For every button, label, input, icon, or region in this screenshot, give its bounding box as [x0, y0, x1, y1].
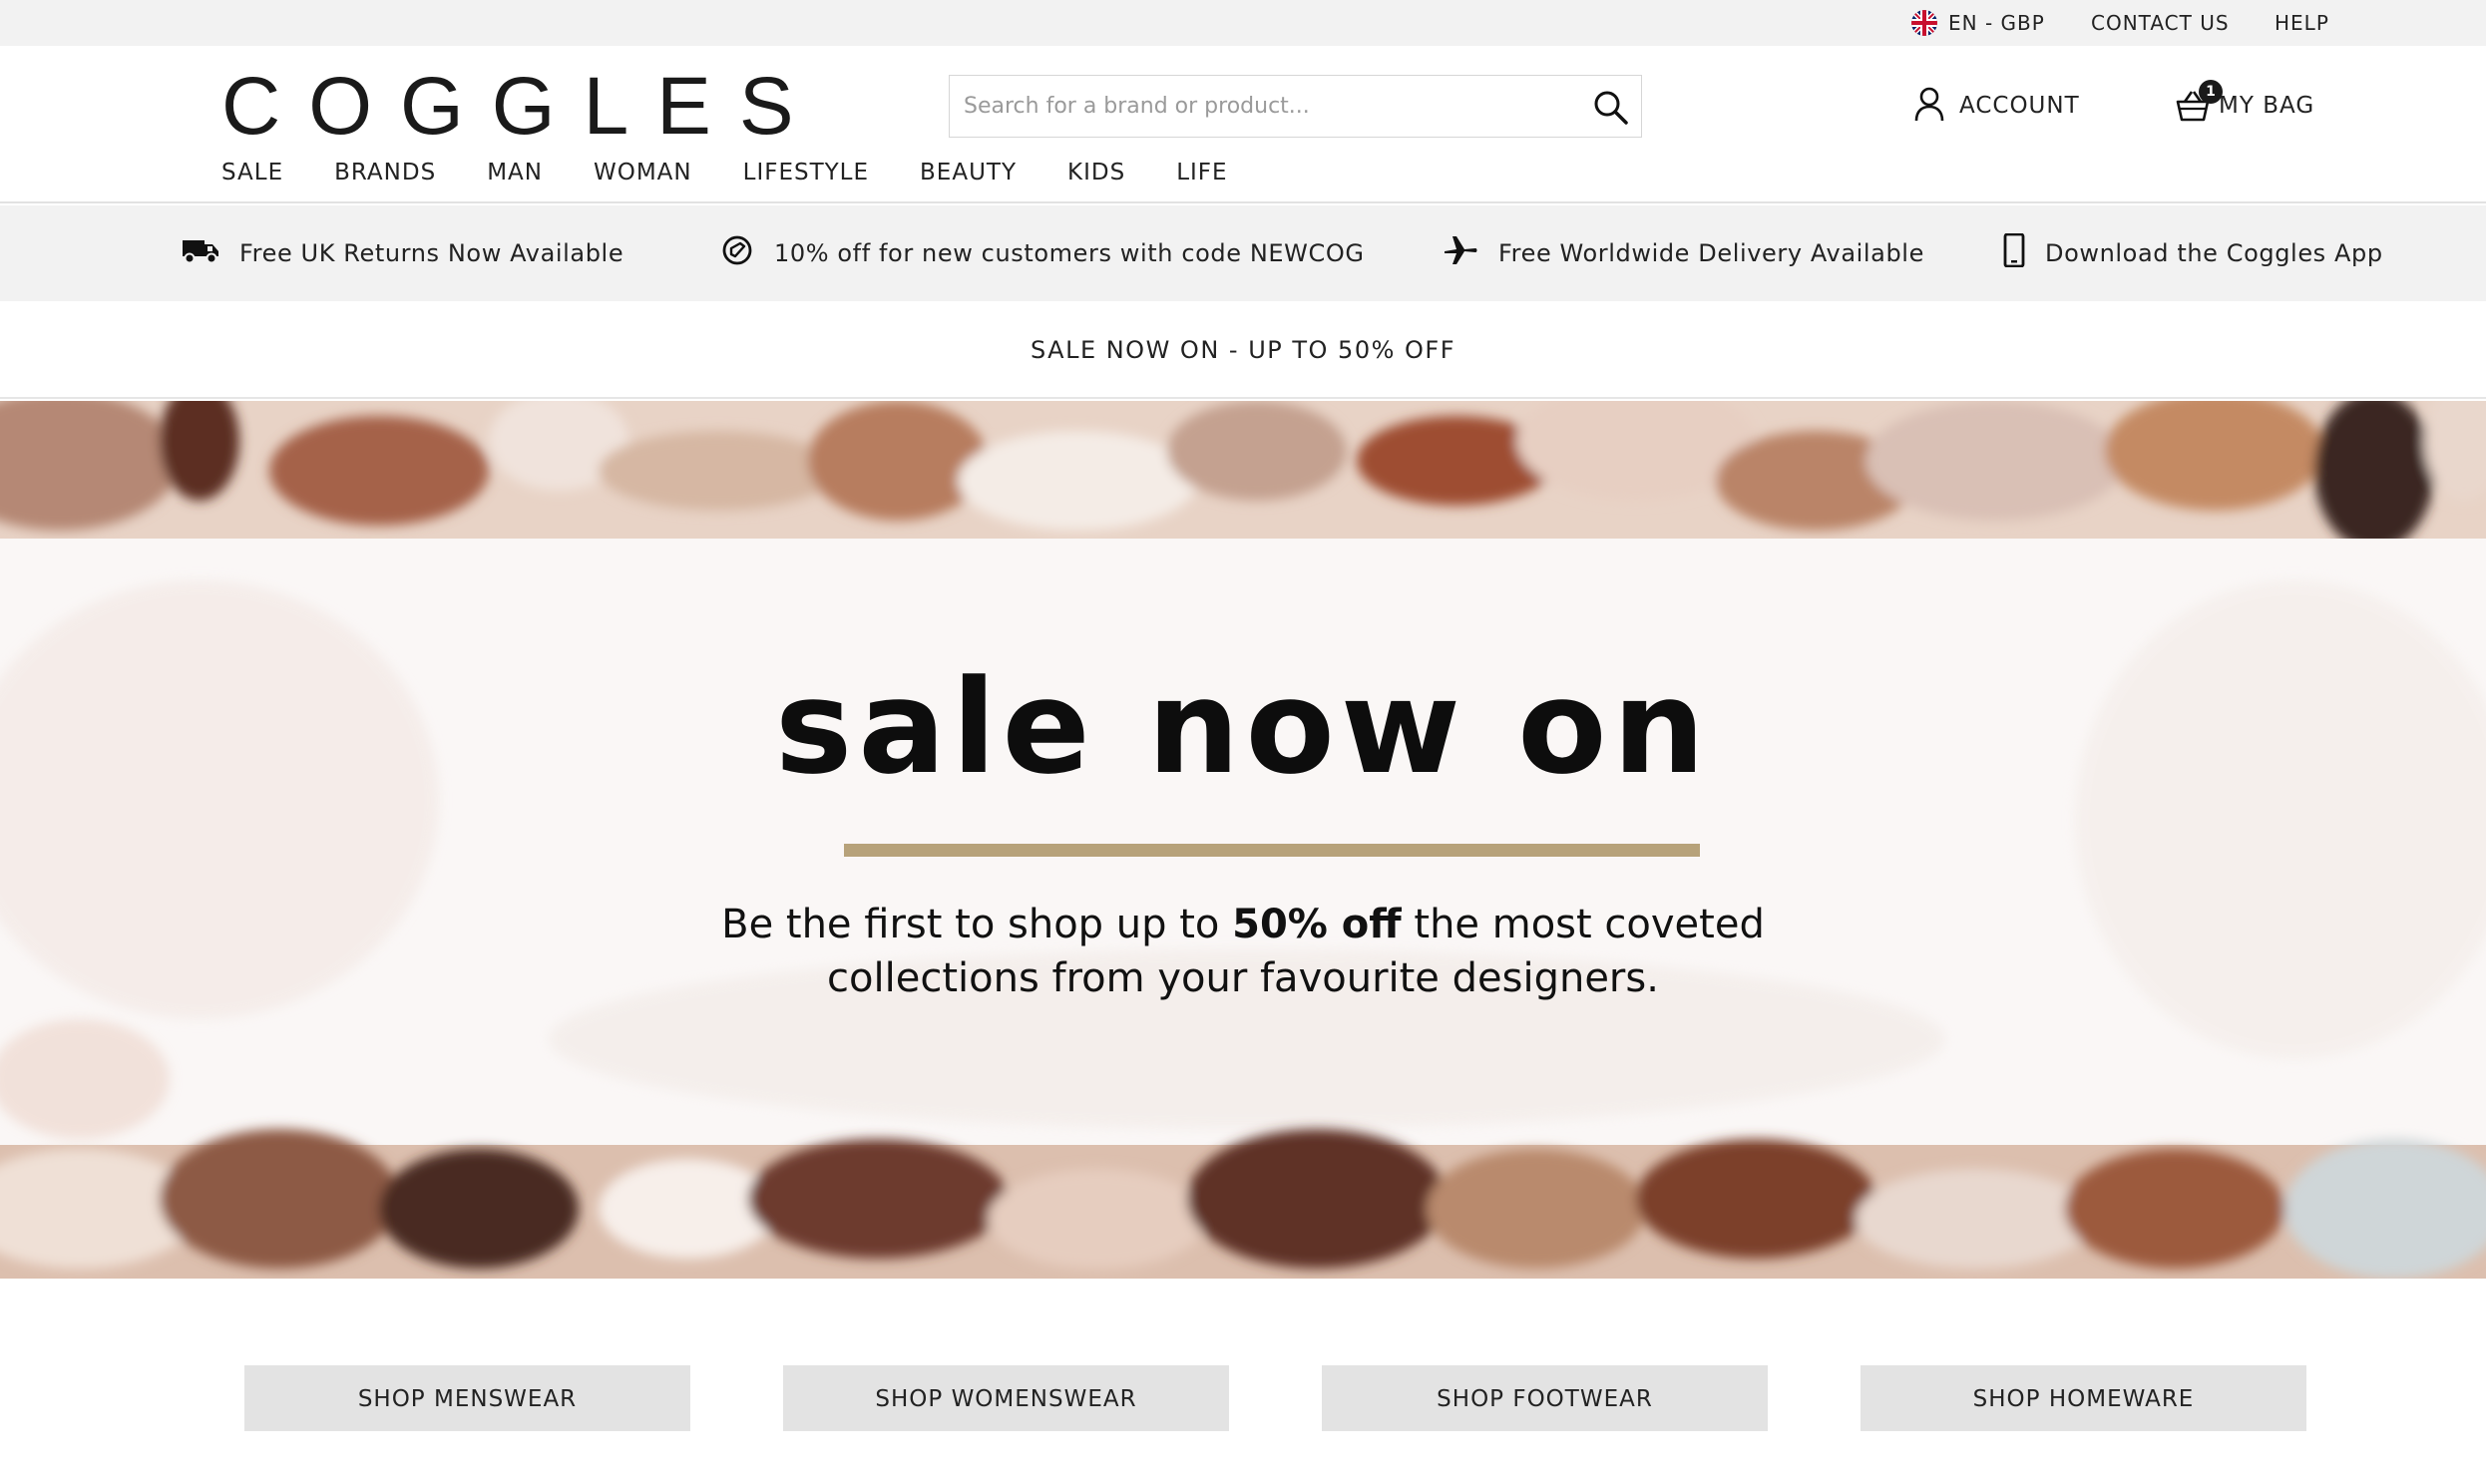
usp-download-app[interactable]: Download the Coggles App: [2003, 205, 2383, 301]
usp-new-customer-discount[interactable]: 10% off for new customers with code NEWC…: [720, 205, 1365, 301]
hero-subtitle-line1: Be the first to shop up to 50% off the m…: [0, 898, 2486, 951]
search-icon[interactable]: [1591, 88, 1631, 128]
shop-footwear-button[interactable]: SHOP FOOTWEAR: [1322, 1365, 1768, 1431]
hero-divider: [844, 844, 1700, 857]
hero-subtitle-post: the most coveted: [1401, 902, 1765, 947]
usp-text: 10% off for new customers with code NEWC…: [774, 239, 1365, 267]
shop-homeware-button[interactable]: SHOP HOMEWARE: [1861, 1365, 2306, 1431]
account-link[interactable]: ACCOUNT: [1913, 86, 2080, 126]
coggles-logo[interactable]: COGGLES: [221, 66, 822, 148]
search-box: [949, 75, 1642, 138]
usp-text: Free UK Returns Now Available: [239, 239, 624, 267]
contact-us-link[interactable]: CONTACT US: [2091, 0, 2230, 46]
basket-icon: 1: [2175, 80, 2223, 124]
usp-free-returns[interactable]: Free UK Returns Now Available: [182, 205, 623, 301]
language-currency-selector[interactable]: EN - GBP: [1948, 0, 2045, 46]
shop-menswear-button[interactable]: SHOP MENSWEAR: [244, 1365, 690, 1431]
nav-item-life[interactable]: LIFE: [1176, 160, 1227, 186]
user-icon: [1913, 86, 1945, 126]
nav-item-man[interactable]: MAN: [487, 160, 543, 186]
discount-tag-icon: [720, 233, 774, 273]
utility-bar: EN - GBP CONTACT US HELP: [0, 0, 2486, 46]
hero-title: sale now on: [774, 651, 1712, 803]
hero-subtitle: Be the first to shop up to 50% off the m…: [0, 898, 2486, 1005]
my-bag-label: MY BAG: [2219, 93, 2315, 119]
uk-flag-icon[interactable]: [1911, 10, 1937, 36]
usp-bar: Free UK Returns Now Available 10% off fo…: [0, 205, 2486, 301]
hero-subtitle-bold: 50% off: [1232, 902, 1402, 947]
usp-text: Download the Coggles App: [2045, 239, 2383, 267]
nav-item-sale[interactable]: SALE: [221, 160, 283, 186]
search-input[interactable]: [950, 76, 1568, 137]
nav-item-kids[interactable]: KIDS: [1067, 160, 1125, 186]
nav-item-beauty[interactable]: BEAUTY: [920, 160, 1017, 186]
usp-worldwide-delivery[interactable]: Free Worldwide Delivery Available: [1443, 205, 1924, 301]
hero-subtitle-pre: Be the first to shop up to: [721, 902, 1233, 947]
hero-banner[interactable]: sale now on Be the first to shop up to 5…: [0, 401, 2486, 1279]
nav-item-woman[interactable]: WOMAN: [594, 160, 692, 186]
hero-subtitle-line2: collections from your favourite designer…: [827, 955, 1659, 1001]
nav-item-brands[interactable]: BRANDS: [334, 160, 436, 186]
help-link[interactable]: HELP: [2275, 0, 2329, 46]
shop-womenswear-button[interactable]: SHOP WOMENSWEAR: [783, 1365, 1229, 1431]
my-bag-link[interactable]: 1 MY BAG: [2175, 80, 2315, 126]
mobile-phone-icon: [2003, 232, 2045, 273]
delivery-truck-icon: [182, 235, 239, 271]
airplane-icon: [1443, 232, 1498, 274]
account-label: ACCOUNT: [1959, 93, 2080, 119]
main-navigation: SALE BRANDS MAN WOMAN LIFESTYLE BEAUTY K…: [221, 160, 1279, 186]
usp-text: Free Worldwide Delivery Available: [1498, 239, 1924, 267]
sale-announcement-link[interactable]: SALE NOW ON - UP TO 50% OFF: [0, 301, 2486, 399]
bag-count-badge: 1: [2199, 80, 2223, 104]
site-header: COGGLES ACCOUNT 1 MY BAG: [0, 46, 2486, 203]
hero-painted-background: [0, 401, 2486, 1279]
nav-item-lifestyle[interactable]: LIFESTYLE: [743, 160, 869, 186]
